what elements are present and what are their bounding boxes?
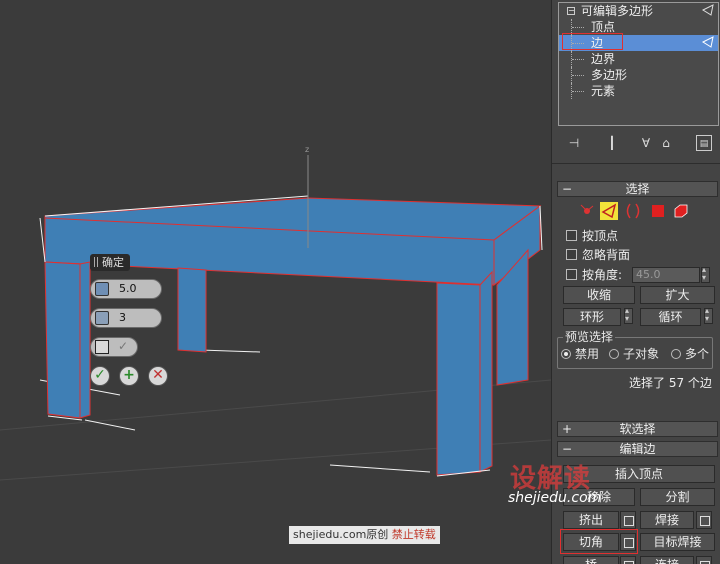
rollout-selection-header[interactable]: − 选择 (557, 181, 718, 197)
bridge-button[interactable]: 桥 (563, 556, 619, 564)
watermark-forbid: 禁止转载 (391, 528, 436, 541)
angle-spinner[interactable] (701, 265, 710, 283)
collapse-icon: − (562, 442, 573, 456)
stack-item-polygon[interactable]: 多边形 (559, 67, 718, 83)
pin-stack-icon[interactable]: ⊣ (566, 135, 582, 151)
caddy-ok-button[interactable]: ✓ (90, 366, 110, 386)
stack-root-label: 可编辑多边形 (581, 4, 654, 18)
leg-front-right (436, 282, 481, 476)
radio-on-icon[interactable] (561, 349, 571, 359)
open-chamfer-icon (95, 340, 109, 354)
leg-back-left (177, 267, 207, 353)
make-unique-icon[interactable]: ∀ (638, 135, 654, 151)
rollout-soft-selection-header[interactable]: + 软选择 (557, 421, 718, 437)
watermark-url: shejiedu.com (508, 490, 602, 506)
stack-toolbar: ⊣ ┃ ∀ ⌂ ▤ (558, 132, 719, 154)
by-angle-row[interactable]: 按角度: (566, 267, 622, 283)
ignore-backfacing-checkbox[interactable] (566, 249, 577, 260)
weld-button[interactable]: 焊接 (640, 511, 694, 529)
ignore-backfacing-row[interactable]: 忽略背面 (566, 247, 630, 263)
angle-input[interactable]: 45.0 (632, 267, 700, 283)
stack-item-element[interactable]: 元素 (559, 83, 718, 99)
collapse-box-icon[interactable]: − (567, 7, 575, 15)
leg-front-right-side (479, 270, 493, 473)
drag-grip-icon[interactable] (94, 257, 98, 267)
preview-disable-option[interactable]: 禁用 (561, 347, 599, 361)
element-mode-icon[interactable] (672, 202, 690, 220)
preview-subobject-option[interactable]: 子对象 (609, 347, 659, 361)
table-mesh-scene: z (0, 145, 551, 481)
edge-mode-icon[interactable] (600, 202, 618, 220)
chamfer-amount-icon (95, 282, 109, 296)
open-chamfer-toggle[interactable]: ✓ (90, 337, 138, 357)
border-mode-icon[interactable] (624, 202, 642, 220)
target-weld-button[interactable]: 目标焊接 (640, 533, 715, 551)
axis-z-label: z (305, 145, 309, 154)
configure-sets-icon[interactable]: ▤ (696, 135, 712, 151)
watermark-original: 原创 (366, 528, 389, 541)
leg-front-left (44, 261, 81, 419)
watermark-site: shejiedu.com (293, 528, 367, 541)
extrude-settings-button[interactable] (620, 511, 636, 529)
split-button[interactable]: 分割 (640, 488, 715, 506)
polygon-mode-icon[interactable] (649, 202, 667, 220)
expand-icon: + (562, 422, 573, 436)
ring-spinner[interactable] (624, 306, 633, 324)
show-end-result-icon[interactable]: ┃ (604, 135, 620, 151)
leg-front-left-side (79, 261, 91, 419)
shrink-button[interactable]: 收缩 (563, 286, 635, 304)
by-angle-checkbox[interactable] (566, 269, 577, 280)
chamfer-segments-icon (95, 311, 109, 325)
collapse-icon: − (562, 182, 573, 196)
chamfer-segments-field[interactable]: 3 (90, 308, 162, 328)
chamfer-amount-field[interactable]: 5.0 (90, 279, 162, 299)
weld-settings-button[interactable] (696, 511, 712, 529)
watermark-bar: shejiedu.com原创 禁止转载 (289, 526, 440, 544)
grow-button[interactable]: 扩大 (640, 286, 715, 304)
caddy-apply-button[interactable]: + (119, 366, 139, 386)
radio-off-icon[interactable] (609, 349, 619, 359)
vertex-mode-icon[interactable] (578, 202, 596, 220)
selection-status: 选择了 57 个边 (629, 376, 712, 390)
by-vertex-row[interactable]: 按顶点 (566, 228, 618, 244)
rollout-selection-title: 选择 (625, 182, 650, 196)
chamfer-segments-value: 3 (119, 311, 126, 324)
stack-item-editable-poly[interactable]: − 可编辑多边形 (559, 3, 718, 19)
ring-button[interactable]: 环形 (563, 308, 621, 326)
loop-spinner[interactable] (704, 306, 713, 324)
bridge-settings-button[interactable] (620, 556, 636, 564)
checkmark-icon: ✓ (118, 339, 129, 353)
subobject-triangle-icon (702, 4, 714, 16)
stack-item-border[interactable]: 边界 (559, 51, 718, 67)
panel-divider (552, 163, 720, 164)
connect-settings-button[interactable] (696, 556, 712, 564)
edge-triangle-icon (702, 36, 714, 48)
perspective-viewport[interactable]: z 确定 5.0 3 ✓ ✓ + ✕ shejiedu.com原创 禁止转载 (0, 0, 551, 564)
plus-icon: + (123, 367, 135, 383)
close-icon: ✕ (152, 367, 164, 383)
chamfer-caddy-title[interactable]: 确定 (90, 254, 130, 271)
extrude-button[interactable]: 挤出 (563, 511, 619, 529)
by-vertex-checkbox[interactable] (566, 230, 577, 241)
chamfer-highlight-box (560, 529, 638, 554)
connect-button[interactable]: 连接 (640, 556, 694, 564)
check-icon: ✓ (94, 367, 106, 383)
preview-selection-label: 预览选择 (563, 330, 616, 344)
modifier-stack[interactable]: − 可编辑多边形 顶点 边 边界 多边形 元素 (558, 2, 719, 126)
caddy-cancel-button[interactable]: ✕ (148, 366, 168, 386)
remove-modifier-icon[interactable]: ⌂ (658, 135, 674, 151)
radio-off-icon[interactable] (671, 349, 681, 359)
edge-highlight-box (562, 33, 623, 50)
chamfer-amount-value: 5.0 (119, 282, 137, 295)
loop-button[interactable]: 循环 (640, 308, 701, 326)
caddy-title-label: 确定 (102, 256, 124, 269)
rollout-edit-edges-header[interactable]: − 编辑边 (557, 441, 718, 457)
preview-multi-option[interactable]: 多个 (671, 347, 709, 361)
